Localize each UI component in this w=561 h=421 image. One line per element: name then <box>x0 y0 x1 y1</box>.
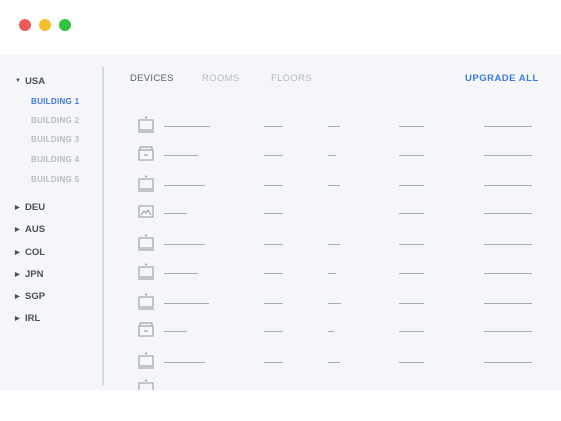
collapsed-arrow-icon: ▶ <box>15 226 20 233</box>
device-cell-placeholder <box>399 185 424 186</box>
device-cell-placeholder <box>399 155 424 156</box>
laptop-icon <box>138 263 154 280</box>
device-cell-placeholder <box>328 126 340 127</box>
device-cell-placeholder <box>484 362 532 363</box>
printer-icon <box>138 322 154 337</box>
minimize-window-button[interactable] <box>39 19 51 31</box>
country-label: USA <box>25 75 46 87</box>
device-cell-placeholder <box>484 244 532 245</box>
tab-devices[interactable]: DEVICES <box>130 73 174 84</box>
device-name-placeholder <box>164 213 187 214</box>
device-cell-placeholder <box>399 126 424 127</box>
device-row[interactable] <box>0 203 561 223</box>
device-row[interactable] <box>0 263 561 283</box>
app-content: ▼ USA BUILDING 1 BUILDING 2 BUILDING 3 B… <box>0 55 561 390</box>
device-cell-placeholder <box>484 331 532 332</box>
device-cell-placeholder <box>264 213 283 214</box>
device-name-placeholder <box>164 331 187 332</box>
device-cell-placeholder <box>328 273 336 274</box>
device-name-placeholder <box>164 273 198 274</box>
device-row[interactable] <box>0 379 561 390</box>
laptop-icon <box>138 379 154 390</box>
device-name-placeholder <box>164 155 198 156</box>
device-row[interactable] <box>0 116 561 136</box>
sidebar-building-1[interactable]: BUILDING 1 <box>31 97 79 109</box>
device-name-placeholder <box>164 244 205 245</box>
device-cell-placeholder <box>328 244 340 245</box>
device-row[interactable] <box>0 234 561 254</box>
device-name-placeholder <box>164 185 205 186</box>
device-cell-placeholder <box>328 185 340 186</box>
laptop-icon <box>138 234 154 251</box>
device-row[interactable] <box>0 293 561 313</box>
device-cell-placeholder <box>484 303 532 304</box>
device-name-placeholder <box>164 303 209 304</box>
sidebar-country-usa[interactable]: ▼ USA <box>15 74 45 88</box>
device-row[interactable] <box>0 321 561 341</box>
device-cell-placeholder <box>264 273 283 274</box>
device-cell-placeholder <box>399 303 424 304</box>
device-cell-placeholder <box>264 126 283 127</box>
display-icon <box>138 205 154 218</box>
device-cell-placeholder <box>484 213 532 214</box>
bottom-margin <box>0 390 561 421</box>
tab-floors[interactable]: FLOORS <box>271 73 312 84</box>
expanded-arrow-icon: ▼ <box>15 78 21 84</box>
device-cell-placeholder <box>264 185 283 186</box>
device-cell-placeholder <box>328 362 340 363</box>
device-cell-placeholder <box>264 362 283 363</box>
printer-icon <box>138 146 154 161</box>
device-cell-placeholder <box>264 155 283 156</box>
device-cell-placeholder <box>399 213 424 214</box>
device-cell-placeholder <box>264 303 283 304</box>
device-cell-placeholder <box>399 331 424 332</box>
laptop-icon <box>138 293 154 310</box>
device-cell-placeholder <box>264 244 283 245</box>
laptop-icon <box>138 352 154 369</box>
device-cell-placeholder <box>399 244 424 245</box>
device-name-placeholder <box>164 362 205 363</box>
device-row[interactable] <box>0 352 561 372</box>
device-cell-placeholder <box>399 273 424 274</box>
device-cell-placeholder <box>484 273 532 274</box>
device-cell-placeholder <box>328 303 341 304</box>
device-name-placeholder <box>164 126 210 127</box>
device-cell-placeholder <box>484 126 532 127</box>
device-row[interactable] <box>0 175 561 195</box>
device-cell-placeholder <box>399 362 424 363</box>
device-cell-placeholder <box>328 155 336 156</box>
laptop-icon <box>138 116 154 133</box>
laptop-icon <box>138 175 154 192</box>
device-cell-placeholder <box>264 331 283 332</box>
country-label: AUS <box>25 223 46 235</box>
device-cell-placeholder <box>328 331 334 332</box>
device-cell-placeholder <box>484 185 532 186</box>
upgrade-all-button[interactable]: UPGRADE ALL <box>465 73 539 84</box>
window-titlebar <box>0 0 561 55</box>
close-window-button[interactable] <box>19 19 31 31</box>
tab-rooms[interactable]: ROOMS <box>202 73 239 84</box>
zoom-window-button[interactable] <box>59 19 71 31</box>
device-row[interactable] <box>0 145 561 165</box>
device-cell-placeholder <box>484 155 532 156</box>
